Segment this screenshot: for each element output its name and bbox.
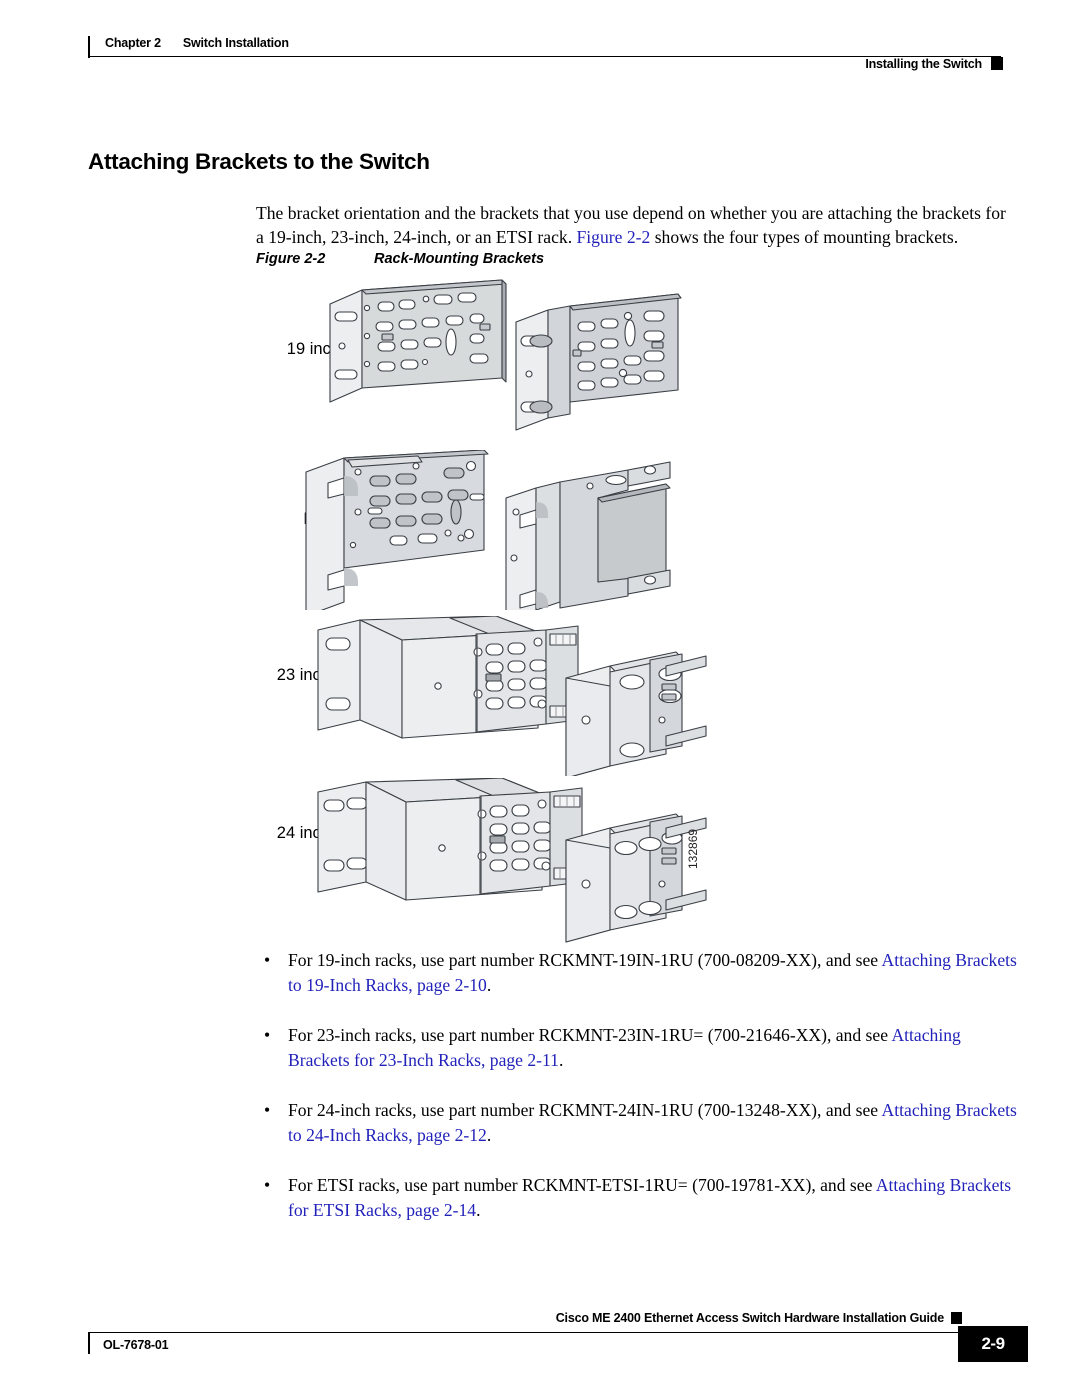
rack-part-number-list: • For 19-inch racks, use part number RCKM… [256,948,1018,1223]
footer-left-tick [88,1332,90,1354]
bullet-marker: • [264,1175,271,1195]
figure-caption-title: Rack-Mounting Brackets [374,251,545,267]
header-chapter-label: Chapter 2 [105,36,161,50]
bullet-text-end: . [486,975,492,995]
figure-caption-number: Figure 2-2 [256,251,326,267]
footer-square-marker [951,1312,962,1324]
header-square-marker [991,57,1003,70]
footer-page-number: 2-9 [981,1334,1005,1353]
illustration-19-inch-brackets [329,279,682,431]
illustration-etsi-brackets [305,450,671,610]
header-left-tick [88,36,90,58]
page-header: Chapter 2 Switch Installation Installing … [0,0,1080,80]
footer-rule [88,1332,963,1333]
bullet-marker: • [264,1025,271,1045]
list-item: • For 19-inch racks, use part number RCKM… [256,948,1018,998]
bullet-text: For 19-inch racks, use part number RCKMN… [288,950,882,970]
page-title: Attaching Brackets to the Switch [88,149,430,175]
list-item: • For ETSI racks, use part number RCKMNT-… [256,1173,1018,1223]
list-item: • For 23-inch racks, use part number RCKM… [256,1023,1018,1073]
footer-guide-title: Cisco ME 2400 Ethernet Access Switch Har… [555,1311,944,1325]
bullet-text-end: . [558,1050,564,1070]
illustration-24-inch-brackets [317,778,707,943]
document-page: Chapter 2 Switch Installation Installing … [0,0,1080,1397]
figure-cross-reference-link[interactable]: Figure 2-2 [577,227,651,247]
intro-text-part2: shows the four types of mounting bracket… [650,227,959,248]
figure-rack-mounting-brackets: 19 inch ETSI 23 inch 24 inch [240,278,740,943]
bullet-text-end: . [476,1200,481,1220]
footer-document-id: OL-7678-01 [103,1338,169,1352]
bullet-text: For ETSI racks, use part number RCKMNT-E… [288,1175,876,1195]
figure-art-id: 132869 [686,828,700,869]
bullet-text: For 24-inch racks, use part number RCKMN… [288,1100,882,1120]
intro-paragraph: The bracket orientation and the brackets… [256,201,1018,250]
header-section-title: Installing the Switch [865,57,982,71]
figure-caption: Figure 2-2 Rack-Mounting Brackets [256,251,544,267]
bullet-marker: • [264,950,271,970]
bullet-text: For 23-inch racks, use part number RCKMN… [288,1025,892,1045]
header-chapter-title: Switch Installation [182,36,289,50]
list-item: • For 24-inch racks, use part number RCKM… [256,1098,1018,1148]
header-chapter-line: Chapter 2 Switch Installation [105,36,289,50]
bullet-text-end: . [486,1125,492,1145]
bullet-marker: • [264,1100,271,1120]
header-rule [88,56,1001,57]
illustration-23-inch-brackets [317,616,707,776]
